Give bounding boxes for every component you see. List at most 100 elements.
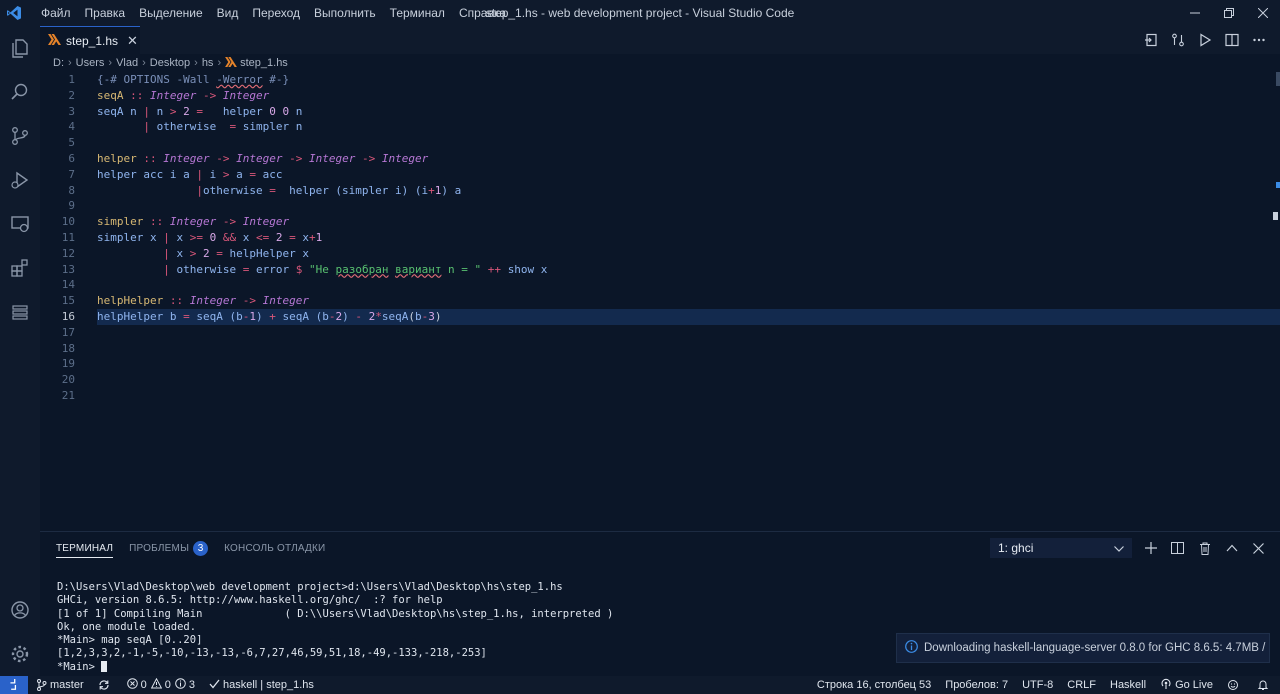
terminal-select[interactable]: 1: ghci [990, 538, 1132, 558]
menu-edit[interactable]: Правка [78, 6, 133, 20]
notifications-bell-icon[interactable] [1257, 679, 1272, 691]
close-window-button[interactable] [1246, 0, 1280, 26]
minimize-button[interactable] [1178, 0, 1212, 26]
code-token: ++ [481, 262, 508, 276]
extensions-icon[interactable] [0, 246, 40, 290]
open-preview-icon[interactable] [1137, 26, 1164, 54]
go-live-button[interactable]: Go Live [1160, 678, 1213, 693]
end-of-line[interactable]: CRLF [1067, 679, 1096, 691]
git-branch[interactable]: master [36, 679, 84, 691]
code-line: seqA :: Integer -> Integer [97, 88, 547, 104]
breadcrumb-vlad[interactable]: Vlad [116, 57, 138, 69]
cursor-position[interactable]: Строка 16, столбец 53 [817, 679, 931, 691]
remote-explorer-icon[interactable] [0, 202, 40, 246]
tab-terminal[interactable]: ТЕРМИНАЛ [56, 543, 114, 558]
line-number: 8 [68, 183, 75, 197]
notification-toast[interactable]: Downloading haskell-language-server 0.8.… [896, 633, 1270, 663]
language-mode[interactable]: Haskell [1110, 679, 1146, 691]
code-token: ) [342, 309, 349, 323]
haskell-status[interactable]: haskell | step_1.hs [209, 679, 314, 692]
code-token: -Werror [216, 73, 263, 86]
code-line: simpler :: Integer -> Integer [97, 214, 547, 230]
breadcrumb-users[interactable]: Users [76, 57, 105, 69]
sync-icon[interactable] [98, 679, 113, 691]
code-token: n [289, 104, 303, 118]
problems-summary[interactable]: 0 0 3 [126, 677, 195, 692]
breadcrumb-hs[interactable]: hs [202, 57, 214, 69]
menu-terminal[interactable]: Терминал [383, 6, 452, 20]
code-token: acc [262, 167, 283, 181]
line-number: 2 [68, 88, 75, 102]
terminal-output[interactable]: D:\Users\Vlad\Desktop\web development pr… [57, 581, 613, 674]
menu-run[interactable]: Выполнить [307, 6, 383, 20]
code-token: > [183, 246, 203, 260]
feedback-icon[interactable] [1227, 679, 1243, 691]
menu-file[interactable]: Файл [34, 6, 78, 20]
code-token: - [348, 309, 369, 323]
tab-debug-console[interactable]: КОНСОЛЬ ОТЛАДКИ [224, 543, 325, 557]
tab-problems[interactable]: ПРОБЛЕМЫ 3 [129, 541, 209, 559]
close-panel-icon[interactable] [1245, 536, 1272, 560]
info-count: 3 [188, 679, 195, 691]
code-token: helper [222, 104, 270, 118]
breadcrumb-desktop[interactable]: Desktop [150, 57, 190, 69]
code-line: simpler x | x >= 0 && x <= 2 = x+1 [97, 230, 547, 246]
tab-step-1-hs[interactable]: step_1.hs ✕ [40, 26, 140, 54]
encoding[interactable]: UTF-8 [1022, 679, 1053, 691]
settings-gear-icon[interactable] [0, 632, 40, 676]
search-icon[interactable] [0, 70, 40, 114]
go-live-label: Go Live [1175, 679, 1213, 691]
line-number: 15 [61, 294, 75, 308]
breadcrumb: D: › Users › Vlad › Desktop › hs › step_1.hs [53, 55, 288, 71]
code-token: :: [143, 215, 170, 229]
line-number: 17 [61, 325, 75, 339]
code-token: Integer [189, 294, 237, 308]
run-file-icon[interactable] [1191, 26, 1218, 54]
error-icon [126, 678, 141, 692]
line-number: 14 [61, 278, 75, 292]
indentation[interactable]: Пробелов: 7 [945, 679, 1008, 691]
code-token: 1 [315, 230, 323, 244]
menu-go[interactable]: Переход [245, 6, 307, 20]
breadcrumb-drive[interactable]: D: [53, 57, 64, 69]
run-debug-icon[interactable] [0, 158, 40, 202]
new-terminal-icon[interactable] [1137, 536, 1164, 560]
more-actions-icon[interactable] [1245, 26, 1272, 54]
split-terminal-icon[interactable] [1164, 536, 1191, 560]
remote-indicator-icon[interactable] [0, 676, 28, 694]
accounts-icon[interactable] [0, 588, 40, 632]
code-line: helper acc i a | i > a = acc [97, 167, 547, 183]
menu-help[interactable]: Справка [452, 6, 513, 20]
line-number: 1 [68, 73, 75, 86]
panel-tabs: ТЕРМИНАЛ ПРОБЛЕМЫ 3 КОНСОЛЬ ОТЛАДКИ [56, 541, 341, 559]
terminal-line: [1,2,3,3,2,-1,-5,-10,-13,-13,-6,7,27,46,… [57, 647, 487, 660]
info-icon [905, 640, 918, 656]
chevron-right-icon: › [142, 57, 146, 69]
broadcast-icon [1160, 678, 1175, 693]
problems-count-badge: 3 [193, 541, 209, 556]
terminal-line: Ok, one module loaded. [57, 620, 197, 633]
panel-actions [1137, 536, 1272, 560]
code-editor[interactable]: 1 2 3 4 5 6 7 8 9 10 11 12 13 14 15 16 1… [40, 72, 1280, 530]
code-token: helpHelper b [97, 309, 177, 323]
line-number-active: 16 [61, 309, 75, 323]
menu-selection[interactable]: Выделение [132, 6, 210, 20]
code-token: error [255, 262, 296, 276]
maximize-panel-chevron-up-icon[interactable] [1218, 536, 1245, 560]
status-bar: master 0 0 3 haskell | step_1.hs Строка … [0, 676, 1280, 694]
explorer-icon[interactable] [0, 26, 40, 70]
close-icon[interactable]: ✕ [127, 33, 138, 49]
kill-terminal-trash-icon[interactable] [1191, 536, 1218, 560]
menu-view[interactable]: Вид [210, 6, 246, 20]
docker-icon[interactable] [0, 290, 40, 334]
compare-changes-icon[interactable] [1164, 26, 1191, 54]
code-token: * [375, 309, 382, 323]
split-editor-icon[interactable] [1218, 26, 1245, 54]
terminal-line: [1 of 1] Compiling Main ( D:\\Users\Vlad… [57, 607, 614, 620]
line-number: 7 [68, 167, 75, 181]
breadcrumb-file[interactable]: step_1.hs [240, 57, 288, 69]
source-control-icon[interactable] [0, 114, 40, 158]
restore-button[interactable] [1212, 0, 1246, 26]
